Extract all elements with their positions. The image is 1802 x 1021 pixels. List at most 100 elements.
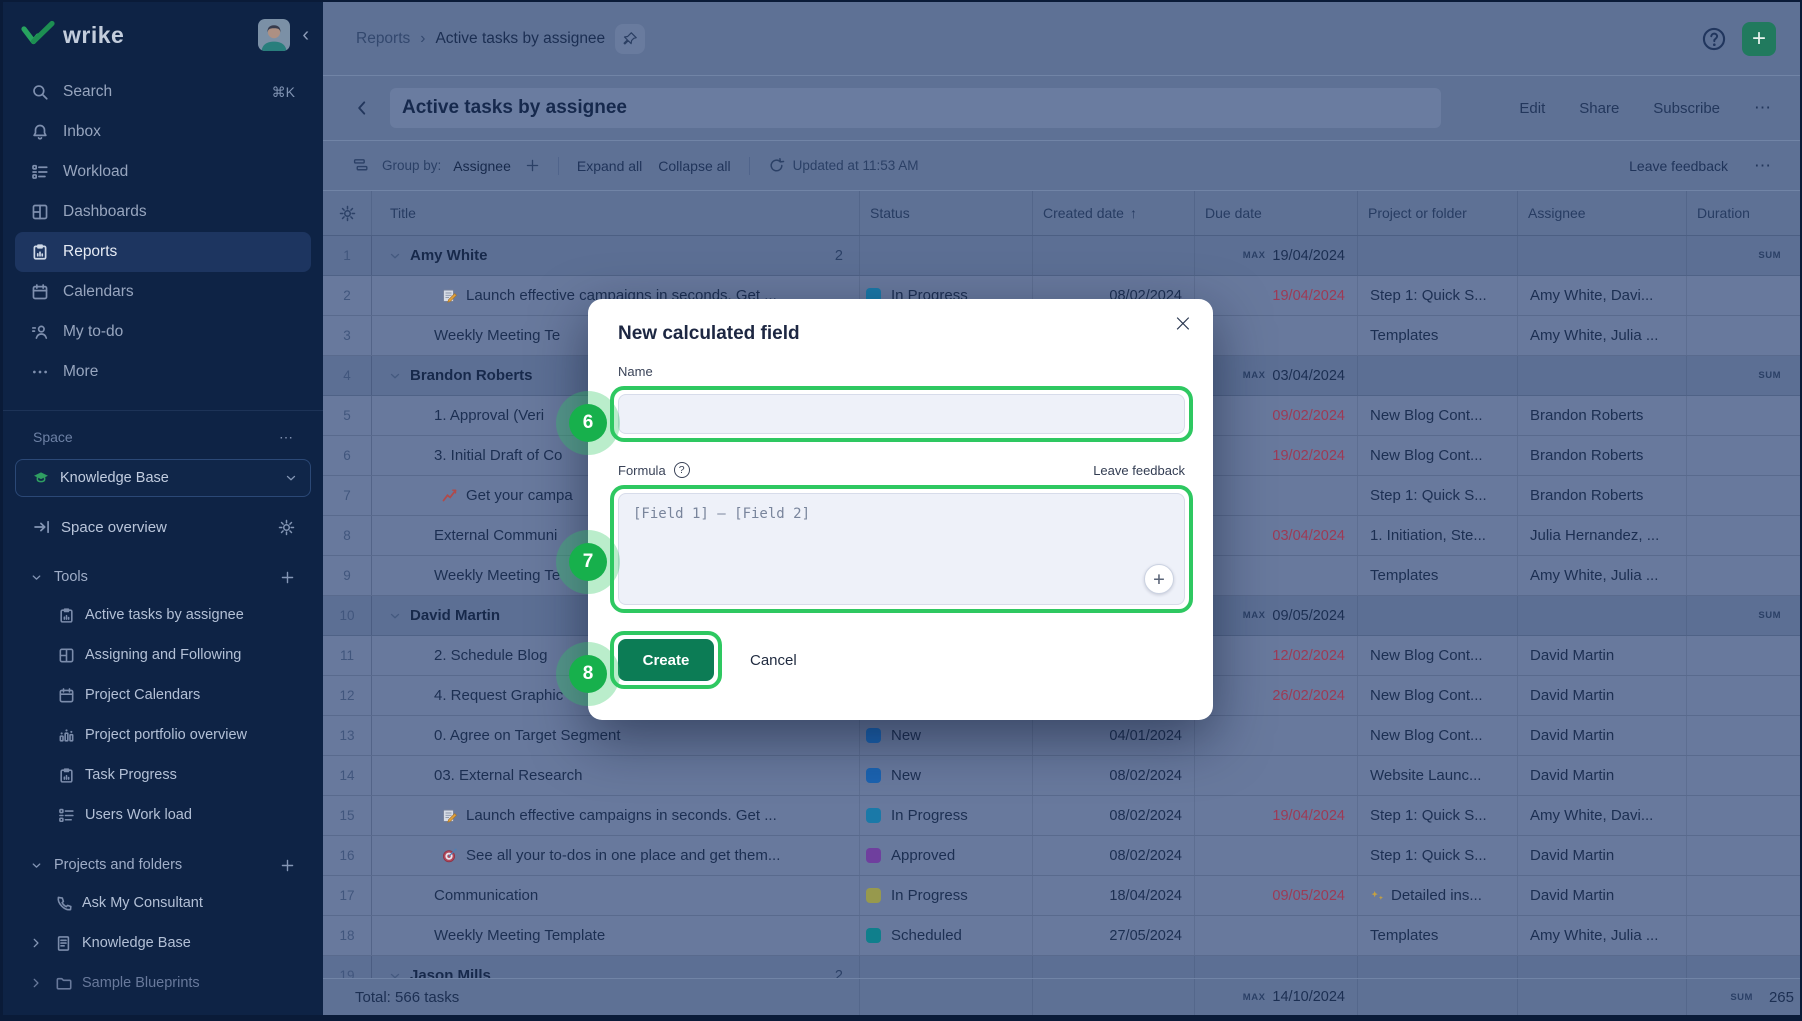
chevron-down-icon [388,249,402,263]
sidebar-collapse-icon[interactable]: ‹ [302,25,309,45]
sidebar-item-more[interactable]: More [15,352,311,392]
table-row[interactable]: 15Launch effective campaigns in seconds.… [323,796,1800,836]
project-name: New Blog Cont... [1370,447,1483,464]
cell-assignee: Amy White, Davi... [1518,796,1687,835]
sidebar-tool-active-tasks-by-assignee[interactable]: Active tasks by assignee [3,595,323,635]
table-row[interactable]: 1403. External ResearchNew08/02/2024Webs… [323,756,1800,796]
tools-section-header[interactable]: Tools [3,559,323,595]
calendar-icon [58,687,75,704]
column-header-assignee[interactable]: Assignee [1518,191,1687,235]
toolbar-more-icon[interactable]: ⋯ [1754,156,1772,176]
total-status-cell [860,979,1033,1015]
sidebar-tool-assigning-and-following[interactable]: Assigning and Following [3,635,323,675]
table-row[interactable]: 130. Agree on Target SegmentNew04/01/202… [323,716,1800,756]
create-new-button[interactable]: + [1742,22,1776,56]
cell-duration [1687,876,1800,915]
column-header-duration[interactable]: Duration [1687,191,1800,235]
report-title-field[interactable]: Active tasks by assignee [390,88,1441,128]
leave-feedback-link[interactable]: Leave feedback [1629,158,1728,174]
column-header-created-date[interactable]: Created date↑ [1033,191,1195,235]
add-field-button[interactable]: + [1144,564,1174,594]
table-settings-gear-icon[interactable] [339,205,356,222]
sum-aggregate-label: SUM [1758,610,1781,621]
space-section-header: Space ⋯ [3,419,323,455]
memo-icon [442,288,458,304]
user-avatar[interactable] [258,19,290,51]
title-more-icon[interactable]: ⋯ [1754,98,1772,118]
row-number: 2 [323,276,372,315]
share-button[interactable]: Share [1579,100,1619,117]
add-grouping-icon[interactable] [525,158,540,173]
table-row[interactable]: 18Weekly Meeting TemplateScheduled27/05/… [323,916,1800,956]
back-icon[interactable] [353,99,371,117]
close-icon[interactable]: × [1173,309,1193,337]
name-input[interactable] [618,394,1185,434]
wrike-wordmark: wrike [63,22,124,49]
cancel-button[interactable]: Cancel [750,652,797,669]
table-row[interactable]: 1Amy White2MAX19/04/2024SUM [323,236,1800,276]
cell-project: Step 1: Quick S... [1358,476,1518,515]
cell-status [860,236,1033,275]
space-selector[interactable]: Knowledge Base [15,459,311,497]
task-title: 4. Request Graphic [434,687,563,704]
group-by-value[interactable]: Assignee [453,158,511,174]
due-date-value: 03/04/2024 [1272,368,1345,384]
projects-section-header[interactable]: Projects and folders [3,847,323,883]
sidebar-tool-task-progress[interactable]: Task Progress [3,755,323,795]
status-label: In Progress [891,887,968,904]
sidebar-tool-project-portfolio-overview[interactable]: Project portfolio overview [3,715,323,755]
sidebar-item-workload[interactable]: Workload [15,152,311,192]
plus-icon[interactable] [280,858,295,873]
formula-input[interactable]: [Field 1] – [Field 2] + [618,493,1185,605]
sidebar-item-space-overview[interactable]: Space overview [3,507,323,547]
row-number: 6 [323,436,372,475]
plus-icon[interactable] [280,570,295,585]
sidebar-tool-project-calendars[interactable]: Project Calendars [3,675,323,715]
cell-due-date: MAX19/04/2024 [1195,236,1358,275]
space-menu-icon[interactable]: ⋯ [279,429,295,446]
modal-leave-feedback-link[interactable]: Leave feedback [1093,463,1185,478]
refresh-icon[interactable] [768,157,785,174]
expand-all-button[interactable]: Expand all [577,158,642,174]
sidebar-project-ask-my-consultant[interactable]: Ask My Consultant [3,883,323,923]
sidebar-item-inbox[interactable]: Inbox [15,112,311,152]
cell-duration: SUM [1687,356,1800,395]
edit-button[interactable]: Edit [1519,100,1545,117]
reports-icon [58,767,75,784]
cell-assignee: David Martin [1518,756,1687,795]
total-duration-cell: SUM265 [1687,979,1800,1015]
create-button[interactable]: Create [618,639,714,681]
column-header-project[interactable]: Project or folder [1358,191,1518,235]
formula-help-icon[interactable]: ? [674,462,690,478]
sidebar-item-dashboards[interactable]: Dashboards [15,192,311,232]
sidebar-tool-users-work-load[interactable]: Users Work load [3,795,323,835]
table-row[interactable]: 16See all your to-dos in one place and g… [323,836,1800,876]
project-name: New Blog Cont... [1370,687,1483,704]
help-button[interactable] [1700,25,1728,53]
table-row[interactable]: 19Jason Mills2 [323,956,1800,978]
row-number: 13 [323,716,372,755]
pin-button[interactable] [615,24,645,54]
sidebar-item-search[interactable]: Search⌘K [15,72,311,112]
sidebar-item-reports[interactable]: Reports [15,232,311,272]
gear-icon[interactable] [278,519,295,536]
column-header-due-date[interactable]: Due date [1195,191,1358,235]
search-icon [31,83,49,101]
sidebar-project-knowledge-base[interactable]: Knowledge Base [3,923,323,963]
sidebar-project-sample-blueprints[interactable]: Sample Blueprints [3,963,323,1003]
column-header-title[interactable]: Title [372,191,860,235]
sidebar-item-label: Workload [63,163,128,181]
sidebar-item-my-to-do[interactable]: My to-do [15,312,311,352]
subscribe-button[interactable]: Subscribe [1653,100,1720,117]
sidebar-item-calendars[interactable]: Calendars [15,272,311,312]
table-row[interactable]: 17CommunicationIn Progress18/04/202409/0… [323,876,1800,916]
cell-assignee: David Martin [1518,636,1687,675]
collapse-all-button[interactable]: Collapse all [658,158,730,174]
column-header-status[interactable]: Status [860,191,1033,235]
breadcrumb-reports[interactable]: Reports [356,30,410,48]
group-name: Brandon Roberts [410,367,533,384]
row-number: 16 [323,836,372,875]
cell-due-date: 26/02/2024 [1195,676,1358,715]
task-title: 0. Agree on Target Segment [434,727,621,744]
cell-created-date: 08/02/2024 [1033,796,1195,835]
